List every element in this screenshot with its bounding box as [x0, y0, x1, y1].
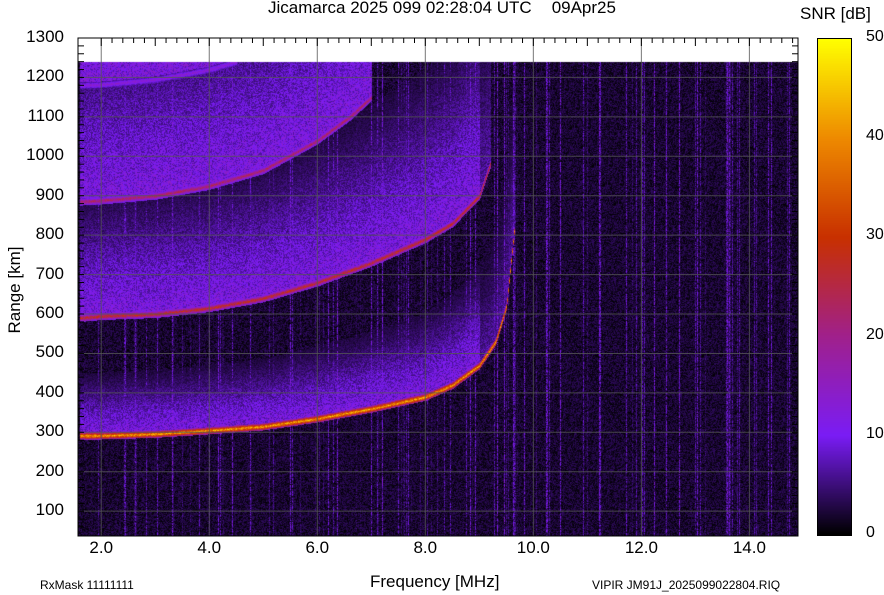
x-tick-label: 8.0 [413, 538, 438, 557]
x-tick-label: 12.0 [624, 538, 658, 557]
colorbar-tick-label: 0 [866, 524, 875, 541]
colorbar-tick-label: 30 [866, 226, 884, 244]
y-tick-label: 300 [35, 421, 64, 441]
y-tick-label: 1200 [26, 66, 64, 86]
trace-f-trace-2-hop- [80, 164, 491, 318]
colorbar-tick-label: 10 [866, 424, 884, 442]
y-tick-label: 500 [35, 342, 64, 362]
y-tick-label: 1100 [27, 105, 64, 125]
x-tick-label: 10.0 [516, 538, 550, 557]
axes-overlay [77, 37, 799, 537]
y-tick-label: 700 [35, 263, 64, 283]
y-tick-label: 600 [35, 303, 64, 322]
y-tick-label: 400 [35, 381, 64, 401]
colorbar-tick-label: 40 [866, 127, 884, 145]
y-tick-label: 1300 [26, 27, 64, 46]
colorbar-tick-label: 50 [866, 28, 884, 45]
y-tick-label: 1000 [26, 145, 64, 165]
y-tick-label: 200 [35, 460, 64, 480]
x-tick-label: 2.0 [89, 538, 114, 557]
trace-f-trace-4-hop- [80, 62, 237, 86]
y-tick-label: 100 [35, 500, 64, 520]
trace-f-trace-3-hop- [80, 97, 372, 201]
y-tick-label: 800 [35, 224, 64, 244]
plot-frame [77, 37, 799, 537]
trace-f-trace-1-hop- [80, 227, 515, 435]
x-tick-label: 14.0 [732, 538, 766, 557]
x-tick-label: 6.0 [305, 538, 330, 557]
x-tick-label: 4.0 [197, 538, 222, 557]
colorbar-tick-label: 20 [866, 325, 884, 343]
y-tick-label: 900 [35, 184, 64, 204]
